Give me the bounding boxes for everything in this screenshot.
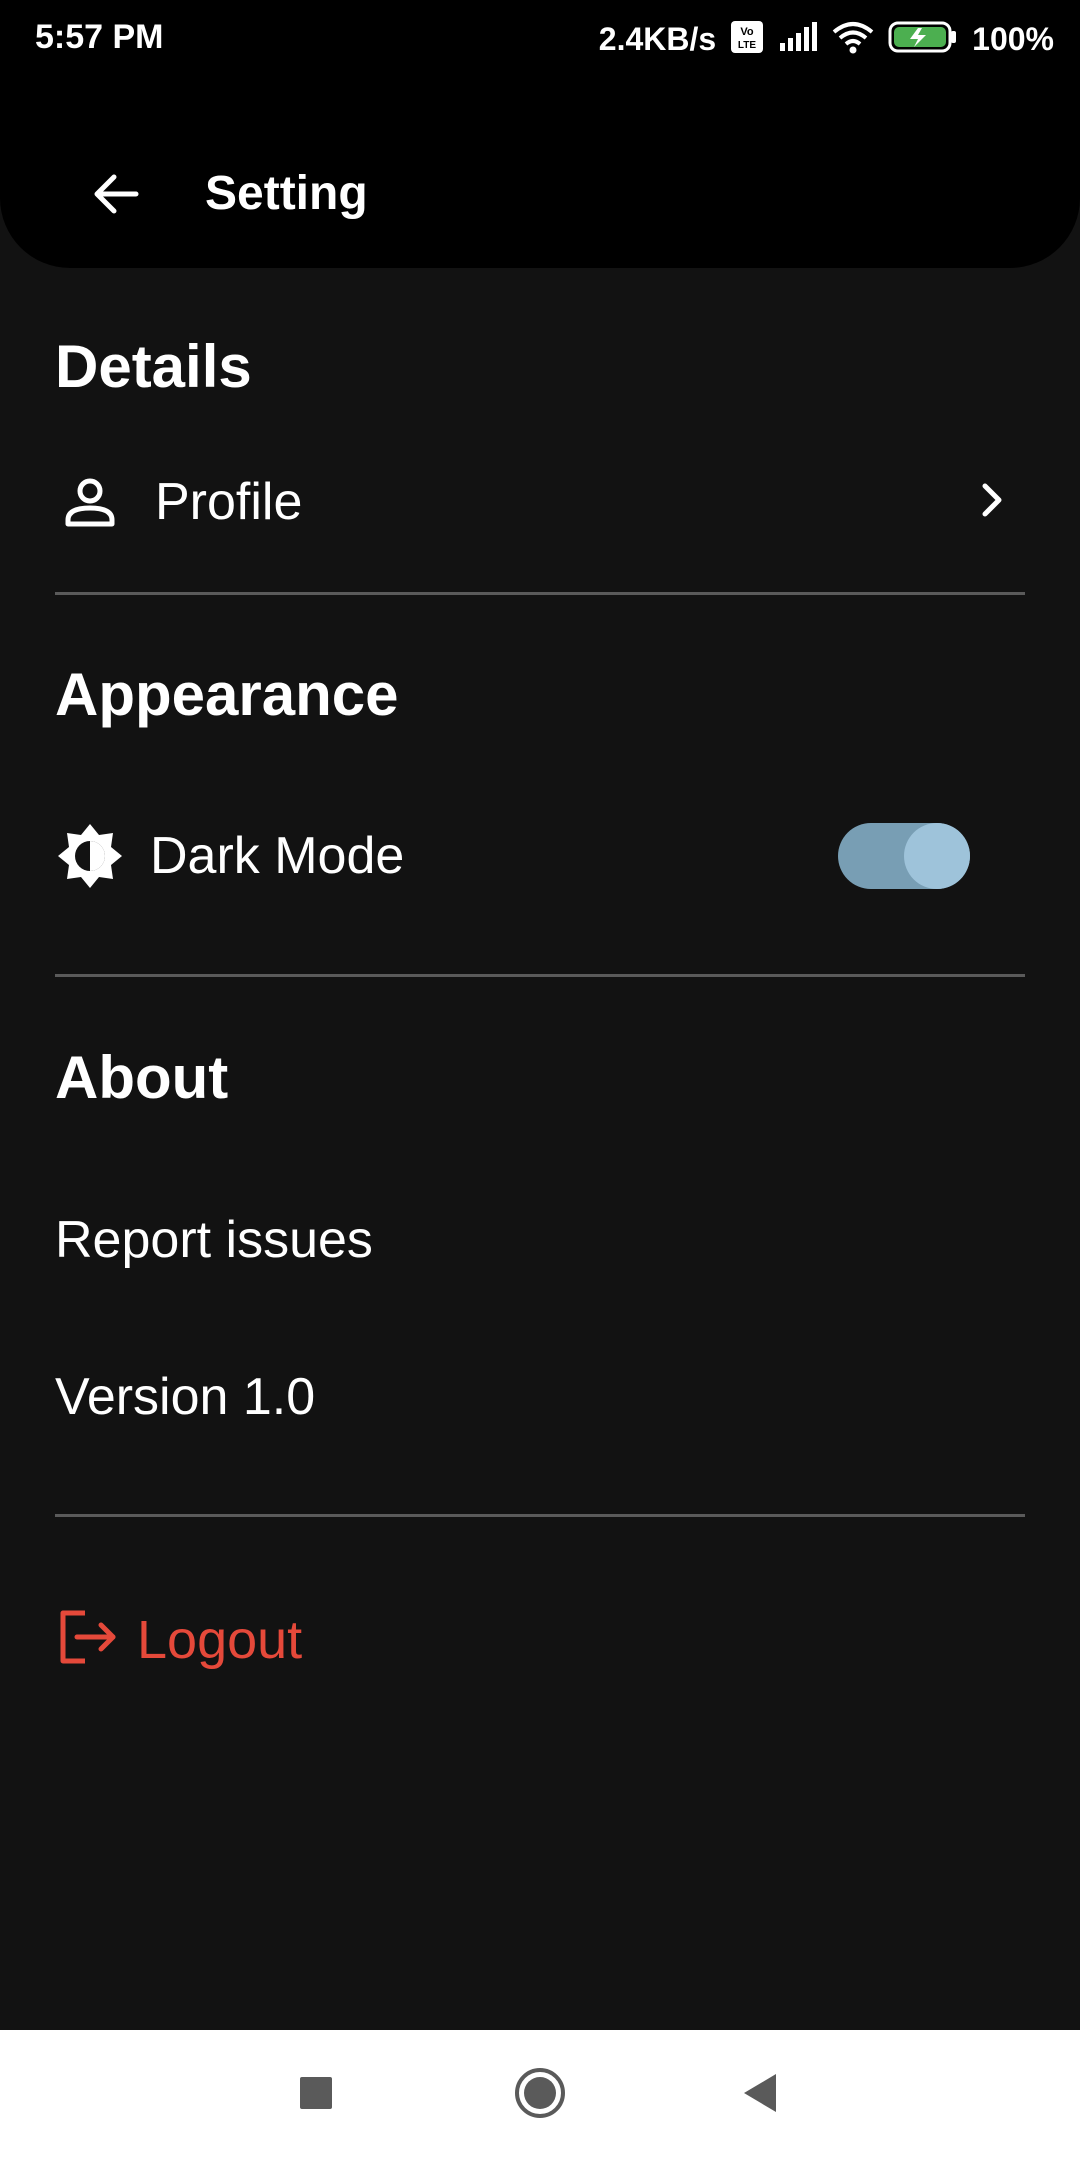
battery-percent: 100% xyxy=(972,20,1054,57)
brightness-icon xyxy=(55,822,125,890)
section-title-appearance: Appearance xyxy=(55,661,399,728)
home-button[interactable] xyxy=(500,2055,580,2135)
signal-icon xyxy=(778,21,818,58)
profile-label: Profile xyxy=(155,473,303,531)
svg-text:LTE: LTE xyxy=(738,40,756,51)
volte-icon: Vo LTE xyxy=(730,20,764,59)
section-title-about: About xyxy=(55,1044,229,1111)
square-icon xyxy=(298,2075,334,2116)
app-bar: Setting xyxy=(0,78,1080,268)
status-bar: 5:57 PM 2.4KB/s Vo LTE 100% xyxy=(0,0,1080,80)
chevron-right-icon xyxy=(967,476,1015,529)
battery-charging-icon xyxy=(888,20,958,59)
divider xyxy=(55,974,1025,977)
arrow-back-icon xyxy=(90,168,142,225)
status-icons: 2.4KB/s Vo LTE 100% xyxy=(599,14,1054,64)
dark-mode-toggle[interactable] xyxy=(838,823,970,889)
logout-label: Logout xyxy=(137,1609,303,1670)
svg-text:Vo: Vo xyxy=(741,26,755,38)
recent-apps-button[interactable] xyxy=(276,2055,356,2135)
wifi-icon xyxy=(832,20,874,59)
back-button[interactable] xyxy=(80,160,152,232)
network-speed: 2.4KB/s xyxy=(598,20,717,57)
dark-mode-label: Dark Mode xyxy=(150,827,405,885)
triangle-back-icon xyxy=(740,2072,780,2119)
divider xyxy=(55,592,1025,595)
section-title-details: Details xyxy=(55,333,252,400)
version-label: Version 1.0 xyxy=(55,1368,316,1426)
divider xyxy=(55,1514,1025,1517)
nav-back-button[interactable] xyxy=(720,2055,800,2135)
page-title: Setting xyxy=(205,167,368,220)
logout-button[interactable]: Logout xyxy=(55,1605,302,1674)
profile-row[interactable]: Profile xyxy=(55,462,1025,542)
person-outline-icon xyxy=(55,474,125,530)
circle-icon xyxy=(513,2066,567,2125)
logout-icon xyxy=(55,1605,119,1674)
status-time: 5:57 PM xyxy=(35,18,164,56)
settings-screen: 5:57 PM 2.4KB/s Vo LTE 100% Setting Deta… xyxy=(0,0,1080,2160)
report-issues-item[interactable]: Report issues xyxy=(55,1210,373,1270)
dark-mode-row: Dark Mode xyxy=(55,816,1025,896)
toggle-knob xyxy=(904,823,970,889)
system-nav-bar xyxy=(0,2030,1080,2160)
